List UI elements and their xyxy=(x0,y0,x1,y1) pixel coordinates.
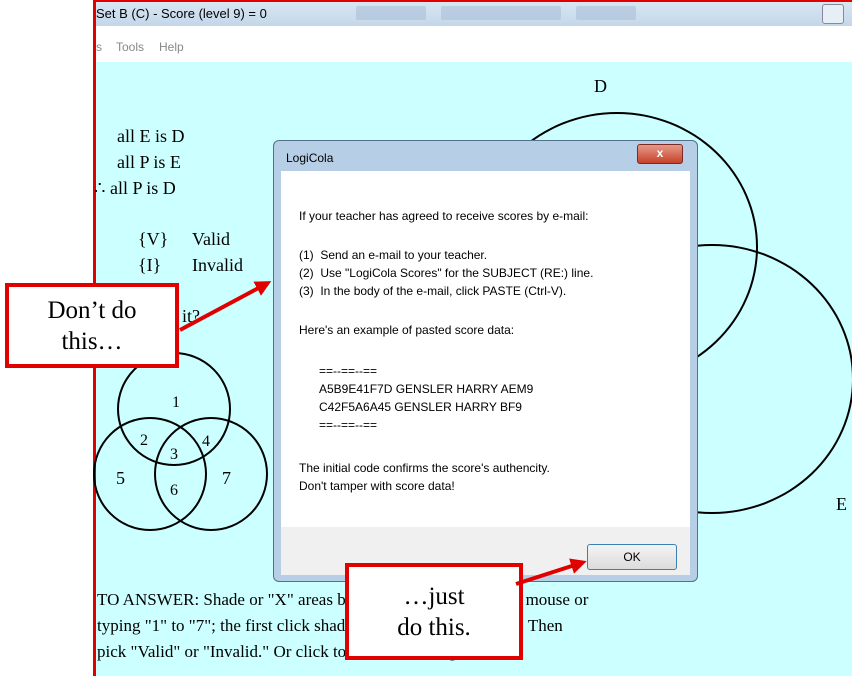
logicola-dialog: LogiCola x If your teacher has agreed to… xyxy=(273,140,698,582)
close-icon: x xyxy=(656,146,664,160)
venn-label-e: E xyxy=(836,494,847,514)
region-5[interactable]: 5 xyxy=(116,468,125,489)
menu-item-help[interactable]: Help xyxy=(159,40,184,54)
window-title: Set B (C) - Score (level 9) = 0 xyxy=(96,6,267,21)
callout-text: this… xyxy=(61,328,123,355)
region-7[interactable]: 7 xyxy=(222,468,231,489)
small-venn-circle-right xyxy=(154,417,268,531)
question-text: it? xyxy=(182,306,200,326)
invalid-key[interactable]: {I} xyxy=(138,255,161,276)
callout-text: …just xyxy=(403,583,465,610)
message-line: ==--==--== xyxy=(319,418,378,432)
message-line: ==--==--== xyxy=(319,364,378,378)
message-line: C42F5A6A45 GENSLER HARRY BF9 xyxy=(319,400,522,414)
title-bar-blur xyxy=(356,6,426,20)
region-1[interactable]: 1 xyxy=(172,394,180,412)
do-this-callout: …just do this. xyxy=(345,563,523,660)
region-2[interactable]: 2 xyxy=(140,432,148,450)
premise-1: all E is D xyxy=(117,126,185,146)
title-bar: Set B (C) - Score (level 9) = 0 xyxy=(96,2,852,26)
region-4[interactable]: 4 xyxy=(202,433,210,451)
valid-option[interactable]: Valid xyxy=(192,229,230,250)
message-line: (3) In the body of the e-mail, click PAS… xyxy=(299,284,567,298)
valid-key[interactable]: {V} xyxy=(138,229,168,250)
message-line: Here's an example of pasted score data: xyxy=(299,323,515,337)
invalid-option[interactable]: Invalid xyxy=(192,255,243,276)
dialog-title: LogiCola xyxy=(286,151,334,165)
title-bar-blur xyxy=(441,6,561,20)
menu-item-partial[interactable]: s xyxy=(96,40,102,54)
region-3[interactable]: 3 xyxy=(170,446,178,464)
menu-bar: s Tools Help xyxy=(96,26,852,62)
message-line: Don't tamper with score data! xyxy=(299,479,455,493)
message-line: (1) Send an e-mail to your teacher. xyxy=(299,248,488,262)
title-bar-blur xyxy=(576,6,636,20)
callout-text: do this. xyxy=(397,614,471,641)
menu-item-tools[interactable]: Tools xyxy=(116,40,144,54)
window-control-button[interactable] xyxy=(822,4,844,24)
message-line: (2) Use "LogiCola Scores" for the SUBJEC… xyxy=(299,266,594,280)
dialog-message: If your teacher has agreed to receive sc… xyxy=(281,171,690,527)
venn-label-d: D xyxy=(594,76,607,96)
premise-2: all P is E xyxy=(117,152,181,172)
message-line: The initial code confirms the score's au… xyxy=(299,461,550,475)
ok-button[interactable]: OK xyxy=(587,544,677,570)
callout-text: Don’t do xyxy=(47,297,137,324)
message-line: If your teacher has agreed to receive sc… xyxy=(299,209,589,223)
region-6[interactable]: 6 xyxy=(170,482,178,500)
message-line: A5B9E41F7D GENSLER HARRY AEM9 xyxy=(319,382,534,396)
dont-do-callout: Don’t do this… xyxy=(5,283,179,368)
conclusion: ∴ all P is D xyxy=(94,178,176,198)
close-button[interactable]: x xyxy=(637,144,683,164)
